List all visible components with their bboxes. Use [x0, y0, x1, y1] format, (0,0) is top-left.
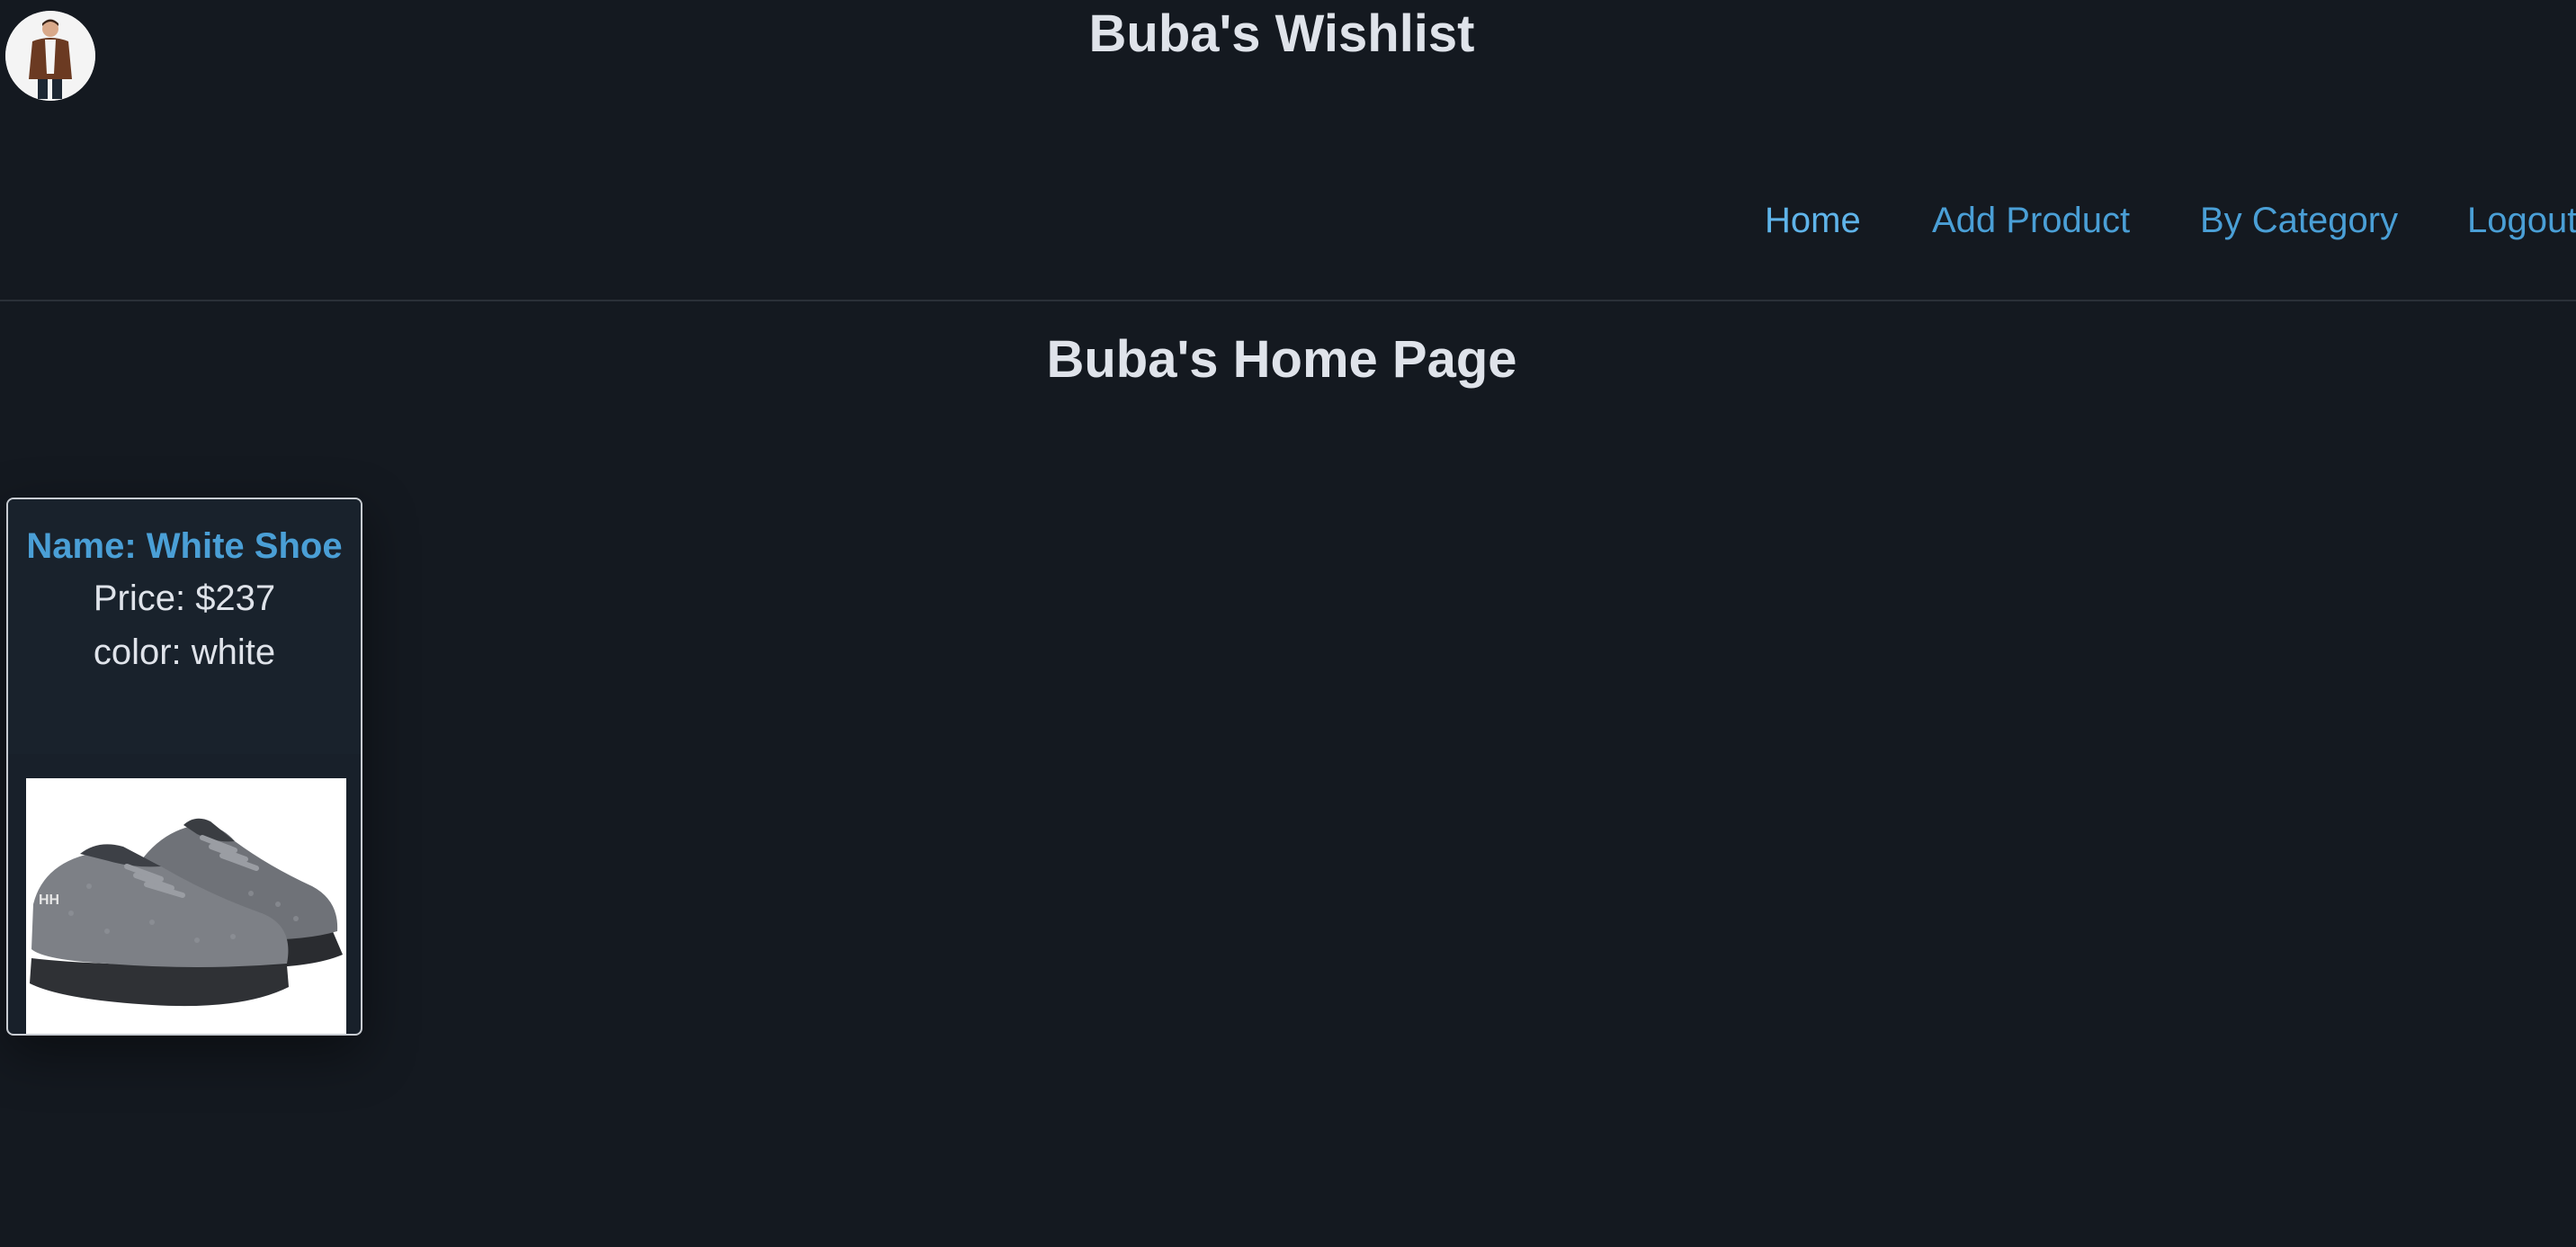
product-image[interactable]: HH — [26, 778, 346, 1034]
main-nav: Home Add Product By Category Logout — [0, 189, 2576, 252]
nav-logout-link[interactable]: Logout — [2467, 189, 2576, 252]
product-name[interactable]: Name: White Shoe — [8, 521, 361, 571]
product-color: color: white — [93, 632, 276, 672]
nav-add-product-link[interactable]: Add Product — [1932, 189, 2130, 252]
nav-home-link[interactable]: Home — [1765, 189, 1861, 252]
product-price: Price: $237 — [93, 579, 276, 618]
product-card[interactable]: Name: White Shoe Price: $237 color: whit… — [6, 498, 362, 1036]
page-title: Buba's Home Page — [1046, 330, 1517, 389]
product-card-body: Name: White Shoe Price: $237 color: whit… — [8, 499, 361, 754]
nav-by-category-link[interactable]: By Category — [2200, 189, 2398, 252]
site-title: Buba's Wishlist — [1088, 4, 1475, 63]
svg-text:HH: HH — [39, 893, 59, 908]
sneaker-icon: HH — [26, 778, 346, 1034]
site-header: Buba's Wishlist Home Add Product By Cate… — [0, 0, 2576, 301]
